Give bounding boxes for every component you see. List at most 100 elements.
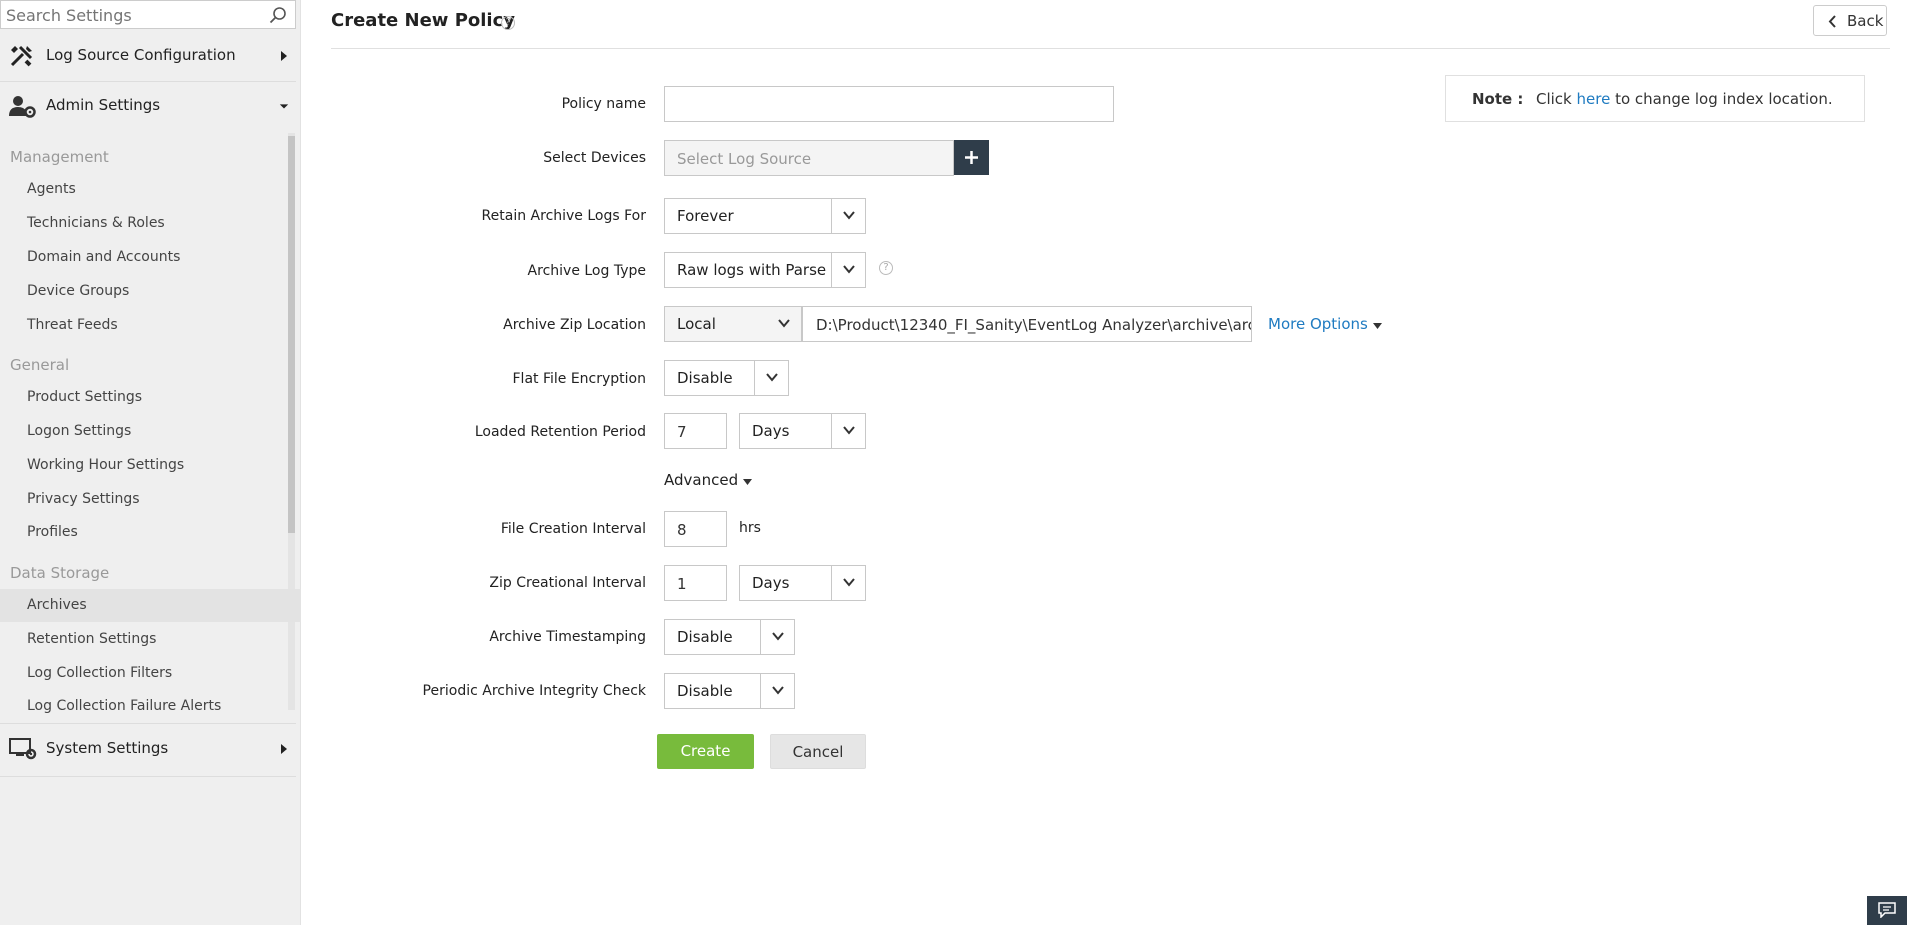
sidebar-item-technicians-roles[interactable]: Technicians & Roles [27,215,165,231]
user-gear-icon [9,96,36,118]
chat-icon [1878,902,1896,918]
section-log-source-configuration[interactable]: Log Source Configuration [0,33,296,81]
create-button[interactable]: Create [657,734,754,769]
chevron-down-icon [843,578,855,587]
search-box[interactable] [0,0,296,29]
file-creation-input[interactable]: 8 [664,511,727,547]
plus-icon [965,151,978,164]
dropdown-toggle[interactable] [831,566,865,600]
search-icon[interactable] [269,6,287,24]
sidebar-item-retention-settings[interactable]: Retention Settings [27,631,156,647]
chevron-down-icon [843,211,855,220]
note-box: Note : Click here to change log index lo… [1445,75,1865,122]
scrollbar-thumb[interactable] [288,136,295,533]
select-devices-input[interactable]: Select Log Source [664,140,954,176]
caret-down-icon [279,104,289,109]
sidebar-item-working-hour-settings[interactable]: Working Hour Settings [27,457,184,473]
back-button[interactable]: Back [1813,5,1887,36]
section-label: System Settings [46,739,169,757]
help-icon[interactable]: ? [501,16,515,30]
monitor-gear-icon [9,738,37,760]
section-system-settings[interactable]: System Settings [0,726,296,774]
note-text: Click here to change log index location. [1536,90,1833,108]
section-label: Admin Settings [46,96,161,114]
tools-icon [10,45,33,67]
divider [0,723,296,724]
sidebar: Log Source Configuration Admin Settings … [0,0,301,925]
select-devices-label: Select Devices [543,150,646,166]
dropdown-toggle[interactable] [760,674,794,708]
note-text-after: to change log index location. [1610,90,1833,108]
dropdown-toggle[interactable] [760,620,794,654]
zip-interval-label: Zip Creational Interval [489,575,646,591]
sidebar-item-threat-feeds[interactable]: Threat Feeds [27,317,118,333]
caret-right-icon [281,51,287,61]
retain-select[interactable]: Forever [664,198,866,234]
group-label-general: General [10,356,70,374]
zip-interval-input[interactable]: 1 [664,565,727,601]
dropdown-toggle[interactable] [767,307,801,341]
zip-interval-unit-select[interactable]: Days [739,565,866,601]
chevron-down-icon [778,319,790,328]
zip-location-type-select[interactable]: Local [664,306,802,342]
loaded-retention-unit-select[interactable]: Days [739,413,866,449]
dropdown-toggle[interactable] [831,253,865,287]
chevron-left-icon [1828,15,1836,28]
sidebar-item-agents[interactable]: Agents [27,181,76,197]
dropdown-toggle[interactable] [754,361,788,395]
chevron-down-icon [772,686,784,695]
change-location-link[interactable]: here [1577,90,1611,108]
loaded-retention-input[interactable]: 7 [664,413,727,449]
add-device-button[interactable] [954,140,989,175]
sidebar-item-logon-settings[interactable]: Logon Settings [27,423,131,439]
timestamping-select[interactable]: Disable [664,619,795,655]
timestamping-value: Disable [677,628,733,646]
log-type-select[interactable]: Raw logs with Parsed [664,252,866,288]
sidebar-item-privacy-settings[interactable]: Privacy Settings [27,491,140,507]
zip-path-input[interactable]: D:\Product\12340_FI_Sanity\EventLog Anal… [802,306,1252,342]
back-label: Back [1847,12,1884,30]
divider [0,776,296,777]
group-label-management: Management [10,148,109,166]
section-label: Log Source Configuration [46,46,236,64]
dropdown-toggle[interactable] [831,414,865,448]
log-type-value: Raw logs with Parsed [677,261,827,279]
caret-down-icon [1372,323,1382,329]
zip-location-type-value: Local [677,315,716,333]
encryption-select[interactable]: Disable [664,360,789,396]
sidebar-item-product-settings[interactable]: Product Settings [27,389,142,405]
policy-name-input[interactable] [664,86,1114,122]
chat-button[interactable] [1867,896,1907,925]
dropdown-toggle[interactable] [831,199,865,233]
integrity-value: Disable [677,682,733,700]
cancel-button[interactable]: Cancel [770,734,866,769]
section-admin-settings[interactable]: Admin Settings [0,83,296,131]
file-creation-label: File Creation Interval [500,521,646,537]
retain-value: Forever [677,207,734,225]
integrity-select[interactable]: Disable [664,673,795,709]
help-icon[interactable]: ? [879,261,893,275]
sidebar-item-device-groups[interactable]: Device Groups [27,283,129,299]
sidebar-item-archives[interactable]: Archives [27,597,87,613]
sidebar-item-domain-accounts[interactable]: Domain and Accounts [27,249,180,265]
page-title-text: Create New Policy [331,10,515,31]
integrity-label: Periodic Archive Integrity Check [422,683,646,699]
zip-interval-unit: Days [752,574,790,592]
advanced-toggle[interactable]: Advanced [664,471,752,489]
sidebar-item-log-collection-failure-alerts[interactable]: Log Collection Failure Alerts [27,698,221,714]
chevron-down-icon [843,265,855,274]
note-text-before: Click [1536,90,1577,108]
note-label: Note : [1472,90,1524,108]
encryption-label: Flat File Encryption [512,371,647,387]
caret-right-icon [281,744,287,754]
caret-down-icon [742,479,752,485]
sidebar-item-log-collection-filters[interactable]: Log Collection Filters [27,665,172,681]
search-input[interactable] [6,4,261,26]
title-divider [331,48,1890,49]
more-options-link[interactable]: More Options [1268,315,1382,333]
sidebar-item-profiles[interactable]: Profiles [27,524,78,540]
retain-label: Retain Archive Logs For [481,208,646,224]
zip-location-label: Archive Zip Location [503,317,646,333]
page-title: Create New Policy ? [331,10,515,31]
main-content: Create New Policy ? Back Note : Click he… [301,0,1907,925]
